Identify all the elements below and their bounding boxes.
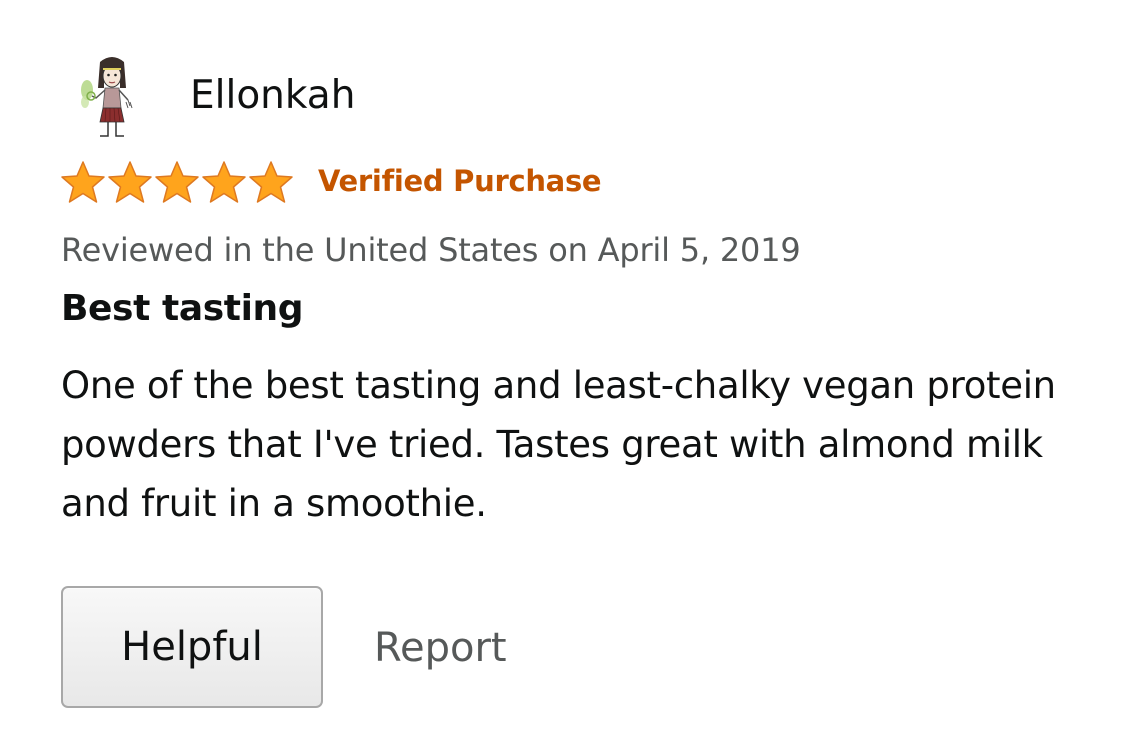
helpful-button-label: Helpful: [121, 624, 263, 670]
review-date: Reviewed in the United States on April 5…: [61, 231, 801, 269]
star-icon: [249, 161, 293, 203]
reviewer-name[interactable]: Ellonkah: [190, 72, 355, 120]
star-rating[interactable]: [60, 160, 294, 204]
verified-purchase-badge: Verified Purchase: [318, 164, 602, 198]
review-body: One of the best tasting and least-chalky…: [61, 364, 1056, 525]
cartoon-person-avatar-icon: [81, 57, 133, 137]
helpful-button[interactable]: Helpful: [61, 586, 323, 708]
star-icon: [155, 161, 199, 203]
review-title: Best tasting: [61, 288, 304, 329]
star-icon: [61, 161, 105, 203]
report-link[interactable]: Report: [374, 622, 507, 674]
star-icon: [202, 161, 246, 203]
star-icon: [108, 161, 152, 203]
avatar[interactable]: [78, 52, 142, 140]
